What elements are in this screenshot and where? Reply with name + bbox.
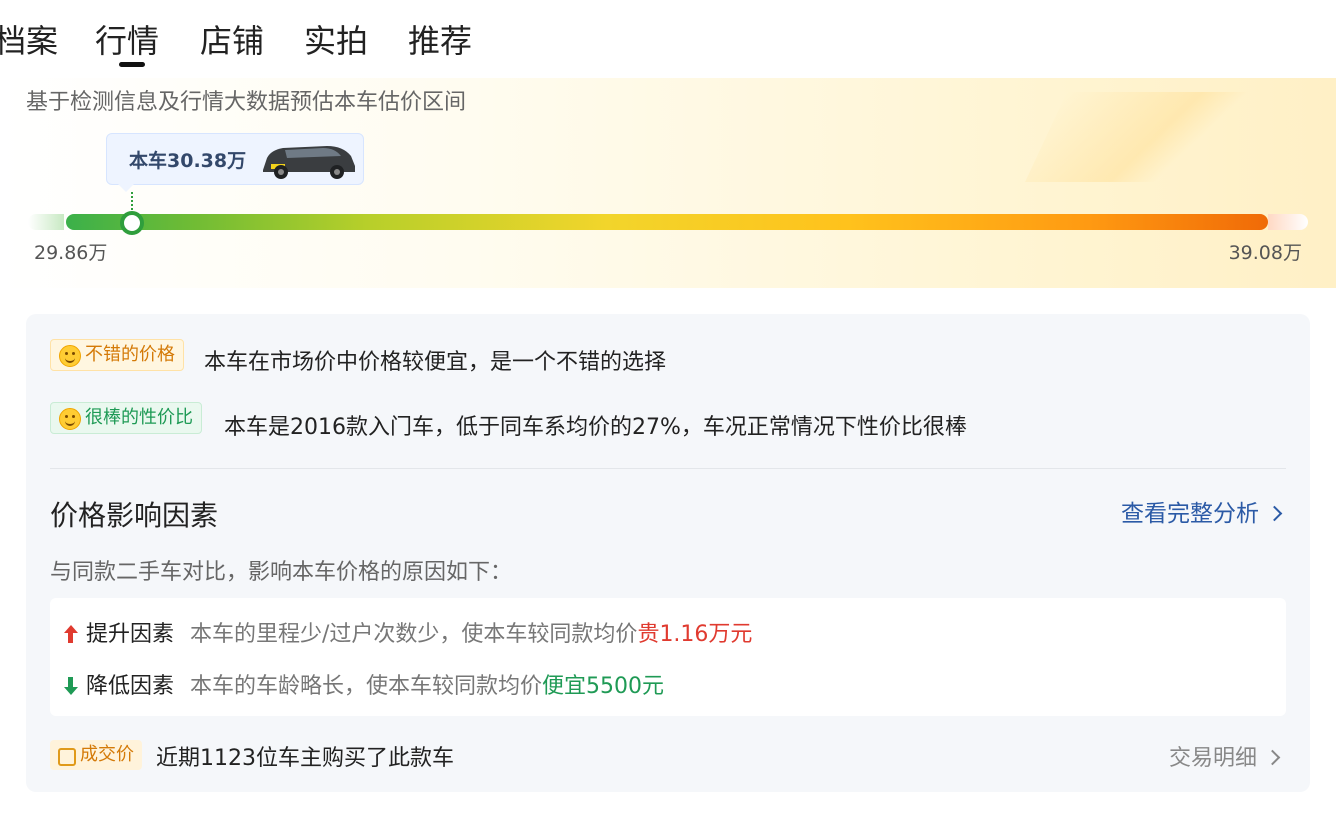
bag-icon <box>58 748 76 766</box>
marker-guide <box>131 192 135 210</box>
bubble-pointer <box>116 182 136 192</box>
price-analysis-card: 不错的价格 本车在市场价中价格较便宜，是一个不错的选择 很棒的性价比 本车是20… <box>26 314 1310 792</box>
arrow-up-icon <box>64 625 78 643</box>
active-tab-indicator <box>119 62 145 67</box>
hero-subtitle: 基于检测信息及行情大数据预估本车估价区间 <box>26 90 467 115</box>
range-bar-right-cap <box>1268 214 1308 230</box>
divider <box>50 468 1286 469</box>
factor-row-down: 降低因素 本车的车龄略长，使本车较同款均价便宜5500元 <box>64 668 664 700</box>
price-range-bar <box>66 214 1268 230</box>
verdict-text-good-price: 本车在市场价中价格较便宜，是一个不错的选择 <box>204 350 667 375</box>
deal-detail-link[interactable]: 交易明细 <box>1169 740 1281 772</box>
smile-icon <box>59 345 81 367</box>
chevron-right-icon <box>1264 749 1281 766</box>
arrow-down-icon <box>64 677 78 695</box>
car-image <box>263 146 355 179</box>
tab-photos[interactable]: 实拍 <box>304 16 368 62</box>
view-full-analysis-link[interactable]: 查看完整分析 <box>1121 494 1283 528</box>
hero-decoration <box>1025 92 1317 182</box>
factor-row-up: 提升因素 本车的里程少/过户次数少，使本车较同款均价贵1.16万元 <box>64 616 752 648</box>
tab-market[interactable]: 行情 <box>95 16 159 67</box>
factors-list: 提升因素 本车的里程少/过户次数少，使本车较同款均价贵1.16万元 降低因素 本车的… <box>50 598 1286 716</box>
car-price-bubble: 本车30.38万 <box>106 133 364 185</box>
car-price-marker <box>120 211 145 235</box>
verdict-tag-good-price: 不错的价格 <box>50 339 184 371</box>
factors-compare-text: 与同款二手车对比，影响本车价格的原因如下： <box>50 560 513 585</box>
tab-store[interactable]: 店铺 <box>200 16 264 62</box>
range-bar-left-cap <box>28 214 64 230</box>
factors-title: 价格影响因素 <box>50 499 219 532</box>
chevron-right-icon <box>1266 505 1283 522</box>
tab-bar: 档案 行情 店铺 实拍 推荐 <box>0 0 1336 70</box>
deal-price-tag: 成交价 <box>50 740 142 770</box>
deal-summary-text: 近期1123位车主购买了此款车 <box>156 746 454 771</box>
car-price-label: 本车30.38万 <box>129 150 247 172</box>
tab-archive[interactable]: 档案 <box>0 16 58 62</box>
star-eyes-icon <box>59 408 81 430</box>
verdict-text-great-value: 本车是2016款入门车，低于同车系均价的27%，车况正常情况下性价比很棒 <box>224 415 967 440</box>
tab-recommend[interactable]: 推荐 <box>408 16 472 62</box>
verdict-tag-great-value: 很棒的性价比 <box>50 402 202 434</box>
range-max-label: 39.08万 <box>1228 242 1302 264</box>
range-min-label: 29.86万 <box>34 242 108 264</box>
